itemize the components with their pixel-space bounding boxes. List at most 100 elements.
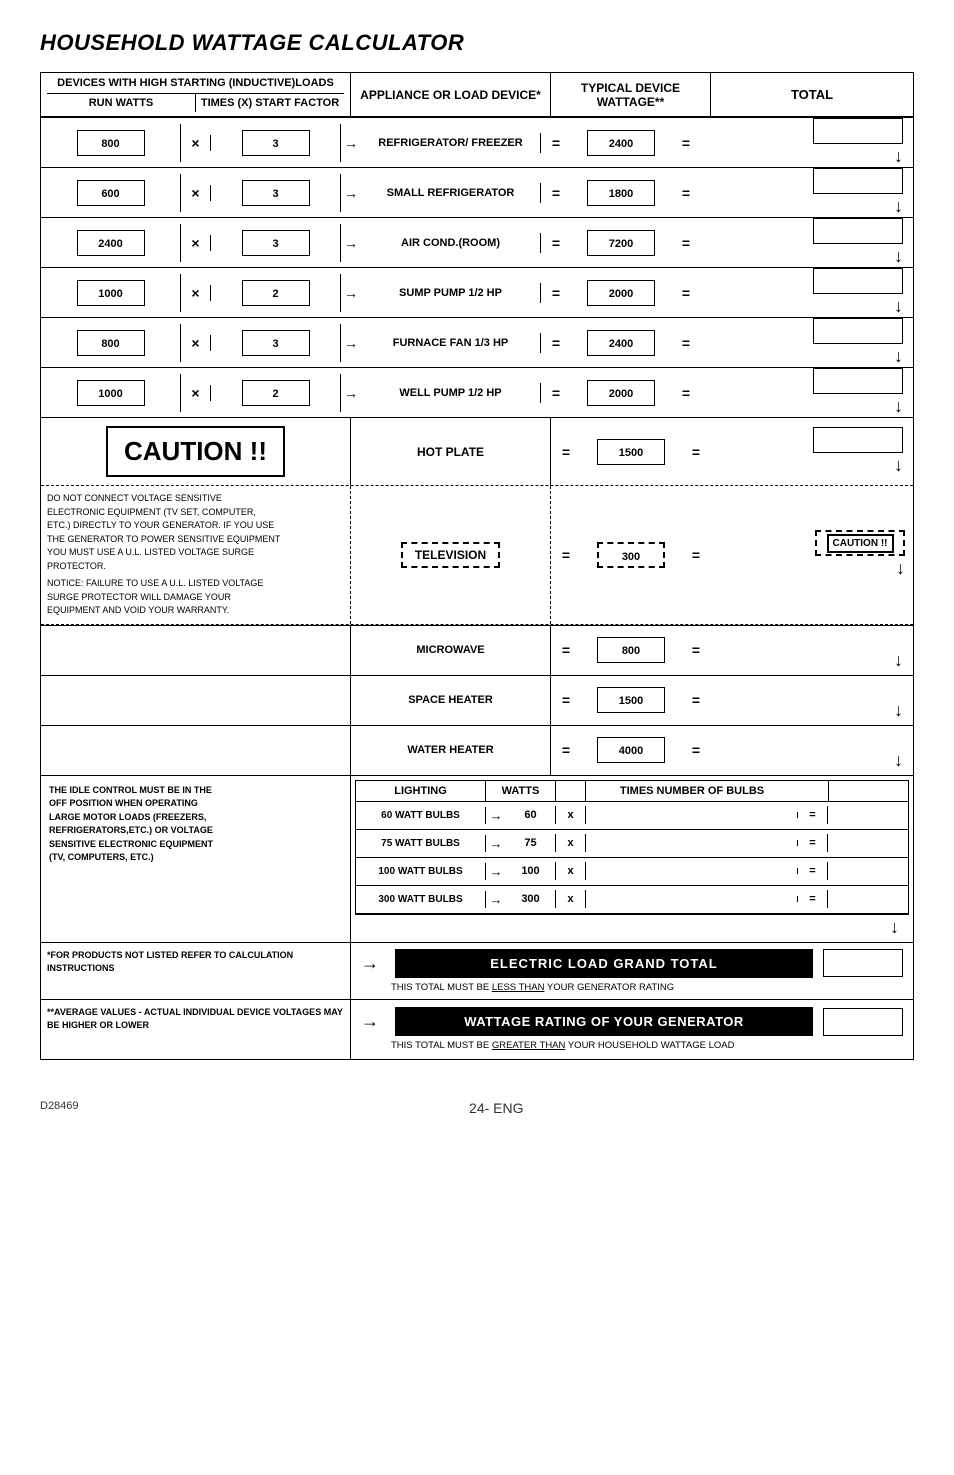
footnote1: *FOR PRODUCTS NOT LISTED REFER TO CALCUL… bbox=[47, 949, 344, 976]
dashed-line9: EQUIPMENT AND VOID YOUR WARRANTY. bbox=[47, 604, 344, 618]
arrow-5: → bbox=[341, 385, 361, 401]
header-appliance: APPLIANCE OR LOAD DEVICE* bbox=[351, 73, 551, 116]
total-output-4[interactable] bbox=[813, 318, 903, 344]
bulb-count-3[interactable] bbox=[586, 896, 798, 902]
tv-equals: = bbox=[551, 486, 581, 624]
idle-line2: OFF POSITION WHEN OPERATING bbox=[49, 797, 342, 811]
bulb-row: 60 WATT BULBS → 60 x = bbox=[356, 802, 908, 830]
microwave-typical: 800 bbox=[597, 637, 665, 663]
bulb-x-2: x bbox=[556, 862, 586, 880]
table-row: 800 × 3 → REFRIGERATOR/ FREEZER = 2400 =… bbox=[41, 117, 913, 167]
television-label: TELEVISION bbox=[401, 542, 500, 568]
grand-total-output[interactable] bbox=[823, 949, 903, 977]
eq1-5: = bbox=[541, 385, 571, 401]
hot-plate-output[interactable] bbox=[813, 427, 903, 453]
total-output-3[interactable] bbox=[813, 268, 903, 294]
idle-line5: SENSITIVE ELECTRONIC EQUIPMENT bbox=[49, 838, 342, 852]
tv-eq2: = bbox=[681, 486, 711, 624]
total-output-1[interactable] bbox=[813, 168, 903, 194]
bulb-count-0[interactable] bbox=[586, 812, 798, 818]
bulb-label-0: 60 WATT BULBS bbox=[356, 807, 486, 824]
run-watts-4: 800 bbox=[77, 330, 145, 356]
header-start-factor: TIMES (X) START FACTOR bbox=[196, 94, 344, 112]
times-symbol-3: × bbox=[181, 285, 211, 301]
dashed-line3: ETC.) DIRECTLY TO YOUR GENERATOR. IF YOU… bbox=[47, 519, 344, 533]
bulb-row: 100 WATT BULBS → 100 x = bbox=[356, 858, 908, 886]
hot-plate-typical: 1500 bbox=[597, 439, 665, 465]
water-heater-typical: 4000 bbox=[597, 737, 665, 763]
bulb-eq-0: = bbox=[798, 806, 828, 824]
watts-header: WATTS bbox=[486, 781, 556, 801]
footnote2: **AVERAGE VALUES - ACTUAL INDIVIDUAL DEV… bbox=[47, 1006, 344, 1033]
space-heater-label: SPACE HEATER bbox=[351, 676, 551, 725]
times-symbol-5: × bbox=[181, 385, 211, 401]
total-output-0[interactable] bbox=[813, 118, 903, 144]
microwave-label: MICROWAVE bbox=[351, 626, 551, 675]
bulb-label-2: 100 WATT BULBS bbox=[356, 863, 486, 880]
bulb-output-1[interactable] bbox=[828, 840, 908, 846]
start-factor-1: 3 bbox=[242, 180, 310, 206]
hot-plate-label: HOT PLATE bbox=[351, 418, 551, 485]
dashed-line4: THE GENERATOR TO POWER SENSITIVE EQUIPME… bbox=[47, 533, 344, 547]
device-3: SUMP PUMP 1/2 HP bbox=[361, 283, 541, 303]
start-factor-5: 2 bbox=[242, 380, 310, 406]
grand-total-less: LESS THAN bbox=[492, 982, 545, 993]
lighting-header: LIGHTING bbox=[356, 781, 486, 801]
footer-left: D28469 bbox=[40, 1100, 79, 1116]
arrow-0: → bbox=[341, 135, 361, 151]
bulb-watts-2: 100 bbox=[506, 862, 556, 880]
eq2-4: = bbox=[671, 335, 701, 351]
times-symbol-4: × bbox=[181, 335, 211, 351]
eq1-2: = bbox=[541, 235, 571, 251]
run-watts-3: 1000 bbox=[77, 280, 145, 306]
idle-line6: (TV, COMPUTERS, ETC.) bbox=[49, 851, 342, 865]
eq2-1: = bbox=[671, 185, 701, 201]
run-watts-5: 1000 bbox=[77, 380, 145, 406]
grand-total-note-prefix: THIS TOTAL MUST BE bbox=[391, 982, 492, 993]
device-1: SMALL REFRIGERATOR bbox=[361, 183, 541, 203]
typical-2: 7200 bbox=[587, 230, 655, 256]
typical-1: 1800 bbox=[587, 180, 655, 206]
arrow-3: → bbox=[341, 285, 361, 301]
typical-3: 2000 bbox=[587, 280, 655, 306]
eq1-3: = bbox=[541, 285, 571, 301]
dashed-line6: PROTECTOR. bbox=[47, 560, 344, 574]
idle-line4: REFRIGERATORS,ETC.) OR VOLTAGE bbox=[49, 824, 342, 838]
arrow-1: → bbox=[341, 185, 361, 201]
generator-output[interactable] bbox=[823, 1008, 903, 1036]
dashed-line2: ELECTRONIC EQUIPMENT (TV SET, COMPUTER, bbox=[47, 506, 344, 520]
bulb-arrow-2: → bbox=[486, 864, 506, 879]
bulb-row: 300 WATT BULBS → 300 x = bbox=[356, 886, 908, 914]
gen-note-prefix: THIS TOTAL MUST BE bbox=[391, 1040, 492, 1051]
bulb-arrow-0: → bbox=[486, 808, 506, 823]
bulb-output-3[interactable] bbox=[828, 896, 908, 902]
grand-total-bar: ELECTRIC LOAD GRAND TOTAL bbox=[395, 949, 813, 978]
grand-total-note-suffix: YOUR GENERATOR RATING bbox=[544, 982, 674, 993]
caution-label: CAUTION !! bbox=[106, 426, 285, 477]
bulb-count-2[interactable] bbox=[586, 868, 798, 874]
header-total: TOTAL bbox=[711, 73, 913, 116]
device-2: AIR COND.(ROOM) bbox=[361, 233, 541, 253]
eq2-0: = bbox=[671, 135, 701, 151]
bulb-x-1: x bbox=[556, 834, 586, 852]
table-row: 600 × 3 → SMALL REFRIGERATOR = 1800 = ↓ bbox=[41, 167, 913, 217]
bulb-count-1[interactable] bbox=[586, 840, 798, 846]
table-row: 1000 × 2 → WELL PUMP 1/2 HP = 2000 = ↓ bbox=[41, 367, 913, 417]
bulb-arrow-1: → bbox=[486, 836, 506, 851]
bulb-x-3: x bbox=[556, 890, 586, 908]
gen-note-greater: GREATER THAN bbox=[492, 1040, 566, 1051]
start-factor-3: 2 bbox=[242, 280, 310, 306]
header-inductive-loads: DEVICES WITH HIGH STARTING (INDUCTIVE)LO… bbox=[47, 77, 344, 89]
generator-rating-bar: WATTAGE RATING OF YOUR GENERATOR bbox=[395, 1007, 813, 1036]
hot-plate-equals: = bbox=[551, 418, 581, 485]
bulb-output-0[interactable] bbox=[828, 812, 908, 818]
arrow-2: → bbox=[341, 235, 361, 251]
bulb-eq-1: = bbox=[798, 834, 828, 852]
water-heater-label: WATER HEATER bbox=[351, 726, 551, 775]
device-4: FURNACE FAN 1/3 HP bbox=[361, 333, 541, 353]
total-output-5[interactable] bbox=[813, 368, 903, 394]
page-title: HOUSEHOLD WATTAGE CALCULATOR bbox=[40, 30, 914, 56]
table-row: 800 × 3 → FURNACE FAN 1/3 HP = 2400 = ↓ bbox=[41, 317, 913, 367]
total-output-2[interactable] bbox=[813, 218, 903, 244]
bulb-output-2[interactable] bbox=[828, 868, 908, 874]
